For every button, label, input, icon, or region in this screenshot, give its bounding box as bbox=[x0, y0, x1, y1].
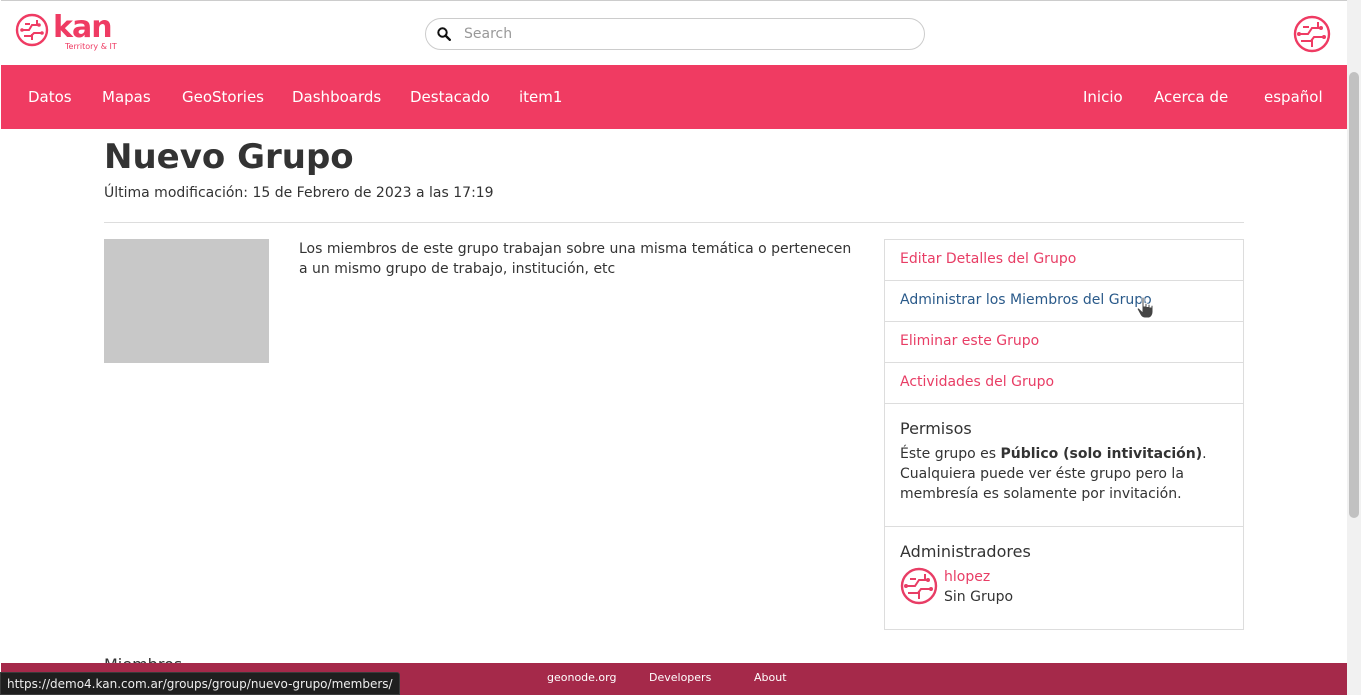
admin-entry: hlopez Sin Grupo bbox=[900, 567, 1228, 607]
admin-avatar-icon[interactable] bbox=[900, 567, 938, 605]
permissions-text-before: Éste grupo es bbox=[900, 446, 1001, 462]
language-selector[interactable]: español bbox=[1264, 88, 1323, 106]
permissions-text: Éste grupo es Público (solo intivitación… bbox=[900, 444, 1228, 504]
nav-item-dashboards[interactable]: Dashboards bbox=[292, 88, 381, 106]
delete-group-link[interactable]: Eliminar este Grupo bbox=[885, 322, 1243, 363]
nav-item-mapas[interactable]: Mapas bbox=[102, 88, 151, 106]
permissions-heading: Permisos bbox=[900, 419, 972, 438]
nav-item-geostories[interactable]: GeoStories bbox=[182, 88, 264, 106]
last-modified: Última modificación: 15 de Febrero de 20… bbox=[104, 185, 494, 201]
edit-group-link[interactable]: Editar Detalles del Grupo bbox=[885, 240, 1243, 281]
search-icon[interactable] bbox=[426, 27, 462, 41]
search-input[interactable] bbox=[464, 26, 904, 42]
administrators-section: Administradores hlopez Sin Grupo bbox=[885, 527, 1243, 622]
site-logo[interactable]: kan Territory & IT bbox=[15, 10, 117, 55]
administrators-heading: Administradores bbox=[900, 542, 1031, 561]
nav-item-datos[interactable]: Datos bbox=[28, 88, 72, 106]
footer-link-geonode[interactable]: geonode.org bbox=[547, 671, 616, 684]
scrollbar-thumb[interactable] bbox=[1349, 72, 1359, 518]
user-avatar-icon[interactable] bbox=[1293, 15, 1331, 53]
permissions-type: Público (solo intivitación) bbox=[1000, 446, 1203, 462]
logo-mark-icon bbox=[15, 13, 49, 47]
page-title: Nuevo Grupo bbox=[104, 137, 354, 177]
status-bar-url: https://demo4.kan.com.ar/groups/group/nu… bbox=[0, 672, 400, 695]
page-scrollbar[interactable] bbox=[1347, 0, 1361, 695]
admin-name-link[interactable]: hlopez bbox=[944, 567, 1013, 587]
divider bbox=[104, 222, 1244, 223]
search-box[interactable] bbox=[425, 18, 925, 50]
main-nav: Datos Mapas GeoStories Dashboards Destac… bbox=[1, 65, 1347, 129]
nav-item-acerca-de[interactable]: Acerca de bbox=[1154, 88, 1228, 106]
manage-members-link[interactable]: Administrar los Miembros del Grupo bbox=[885, 281, 1243, 322]
nav-item-item1[interactable]: item1 bbox=[519, 88, 562, 106]
group-description: Los miembros de este grupo trabajan sobr… bbox=[299, 241, 852, 277]
permissions-section: Permisos Éste grupo es Público (solo int… bbox=[885, 404, 1243, 527]
hand-cursor-icon bbox=[1136, 296, 1154, 319]
admin-group: Sin Grupo bbox=[944, 589, 1014, 605]
top-bar: kan Territory & IT bbox=[1, 0, 1347, 65]
nav-item-inicio[interactable]: Inicio bbox=[1083, 88, 1123, 106]
group-activity-link[interactable]: Actividades del Grupo bbox=[885, 363, 1243, 404]
nav-item-destacado[interactable]: Destacado bbox=[410, 88, 490, 106]
footer-link-developers[interactable]: Developers bbox=[649, 671, 711, 684]
logo-tagline: Territory & IT bbox=[65, 42, 117, 51]
group-thumbnail bbox=[104, 239, 269, 363]
group-actions-panel: Editar Detalles del Grupo Administrar lo… bbox=[884, 239, 1244, 630]
footer-link-about[interactable]: About bbox=[754, 671, 787, 684]
logo-word: kan bbox=[53, 10, 113, 45]
